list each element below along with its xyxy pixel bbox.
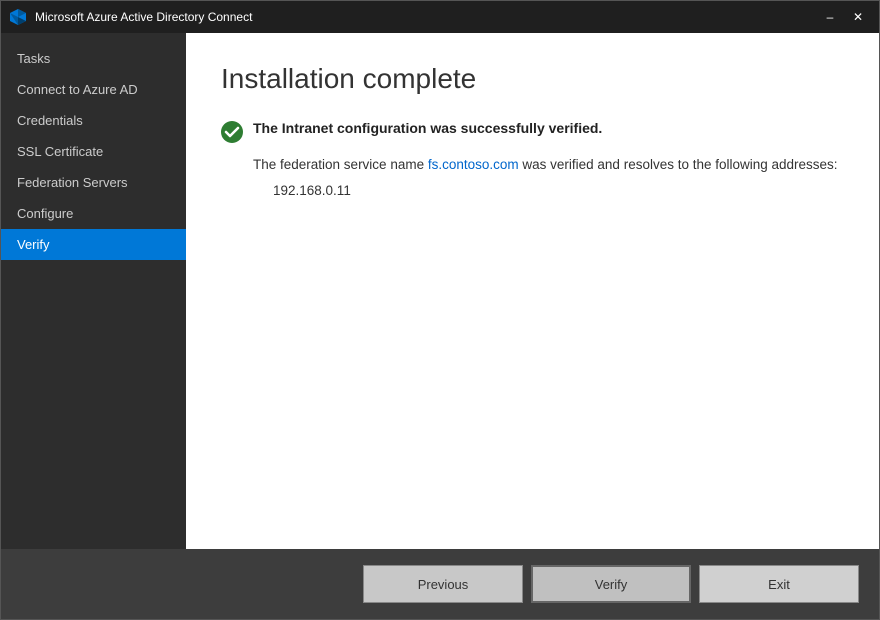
sidebar: Tasks Connect to Azure AD Credentials SS…	[1, 33, 186, 549]
page-title: Installation complete	[221, 63, 844, 95]
azure-ad-icon	[9, 8, 27, 26]
sidebar-item-credentials[interactable]: Credentials	[1, 105, 186, 136]
main-panel: Installation complete The Intranet confi…	[186, 33, 879, 549]
sidebar-item-ssl[interactable]: SSL Certificate	[1, 136, 186, 167]
footer: Previous Verify Exit	[1, 549, 879, 619]
title-bar: Microsoft Azure Active Directory Connect…	[1, 1, 879, 33]
window-title: Microsoft Azure Active Directory Connect	[35, 10, 817, 24]
success-check-icon	[221, 121, 243, 143]
federation-service-link[interactable]: fs.contoso.com	[428, 157, 519, 172]
description-text: The federation service name fs.contoso.c…	[253, 155, 844, 175]
success-message: The Intranet configuration was successfu…	[253, 120, 602, 136]
sidebar-item-configure[interactable]: Configure	[1, 198, 186, 229]
sidebar-item-connect[interactable]: Connect to Azure AD	[1, 74, 186, 105]
content-area: Tasks Connect to Azure AD Credentials SS…	[1, 33, 879, 549]
verify-button[interactable]: Verify	[531, 565, 691, 603]
exit-button[interactable]: Exit	[699, 565, 859, 603]
minimize-button[interactable]: –	[817, 7, 843, 27]
window-controls: – ✕	[817, 7, 871, 27]
description-suffix: was verified and resolves to the followi…	[519, 157, 838, 172]
ip-address: 192.168.0.11	[273, 183, 844, 198]
sidebar-item-tasks[interactable]: Tasks	[1, 43, 186, 74]
previous-button[interactable]: Previous	[363, 565, 523, 603]
close-button[interactable]: ✕	[845, 7, 871, 27]
sidebar-item-verify[interactable]: Verify	[1, 229, 186, 260]
sidebar-item-federation[interactable]: Federation Servers	[1, 167, 186, 198]
app-window: Microsoft Azure Active Directory Connect…	[0, 0, 880, 620]
success-block: The Intranet configuration was successfu…	[221, 120, 844, 143]
description-prefix: The federation service name	[253, 157, 428, 172]
